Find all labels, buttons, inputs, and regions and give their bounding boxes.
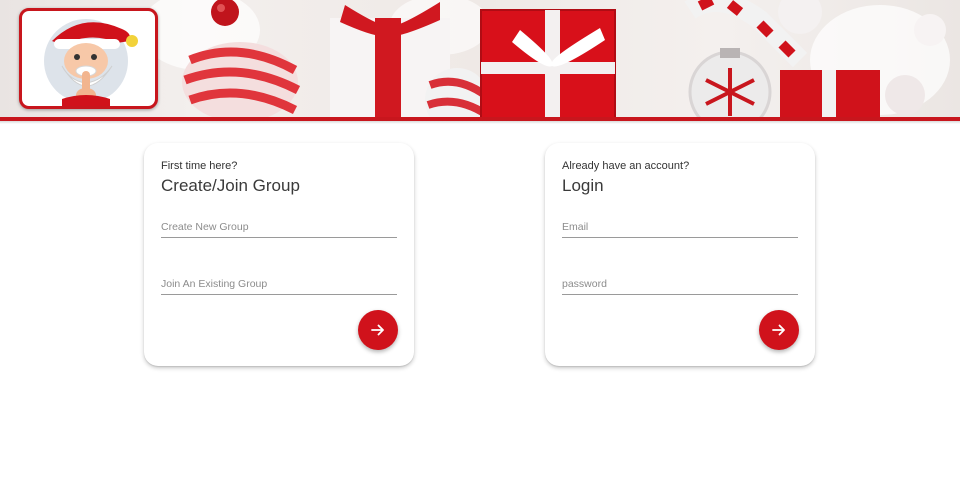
banner-shadow (0, 121, 960, 124)
arrow-right-icon (772, 324, 785, 336)
create-join-submit-button[interactable] (358, 310, 398, 350)
join-group-input[interactable] (161, 273, 397, 295)
login-card: Already have an account? Login (545, 143, 815, 366)
password-field[interactable] (562, 273, 798, 295)
create-join-eyebrow: First time here? (161, 160, 238, 172)
app-logo[interactable] (19, 8, 158, 109)
santa-shush-icon (44, 19, 138, 106)
login-title: Login (562, 176, 604, 195)
login-eyebrow: Already have an account? (562, 160, 690, 172)
create-join-title: Create/Join Group (161, 176, 300, 195)
create-join-card: First time here? Create/Join Group (144, 143, 414, 366)
email-field[interactable] (562, 216, 798, 238)
login-submit-button[interactable] (759, 310, 799, 350)
create-group-input[interactable] (161, 216, 397, 238)
arrow-right-icon (371, 324, 384, 336)
